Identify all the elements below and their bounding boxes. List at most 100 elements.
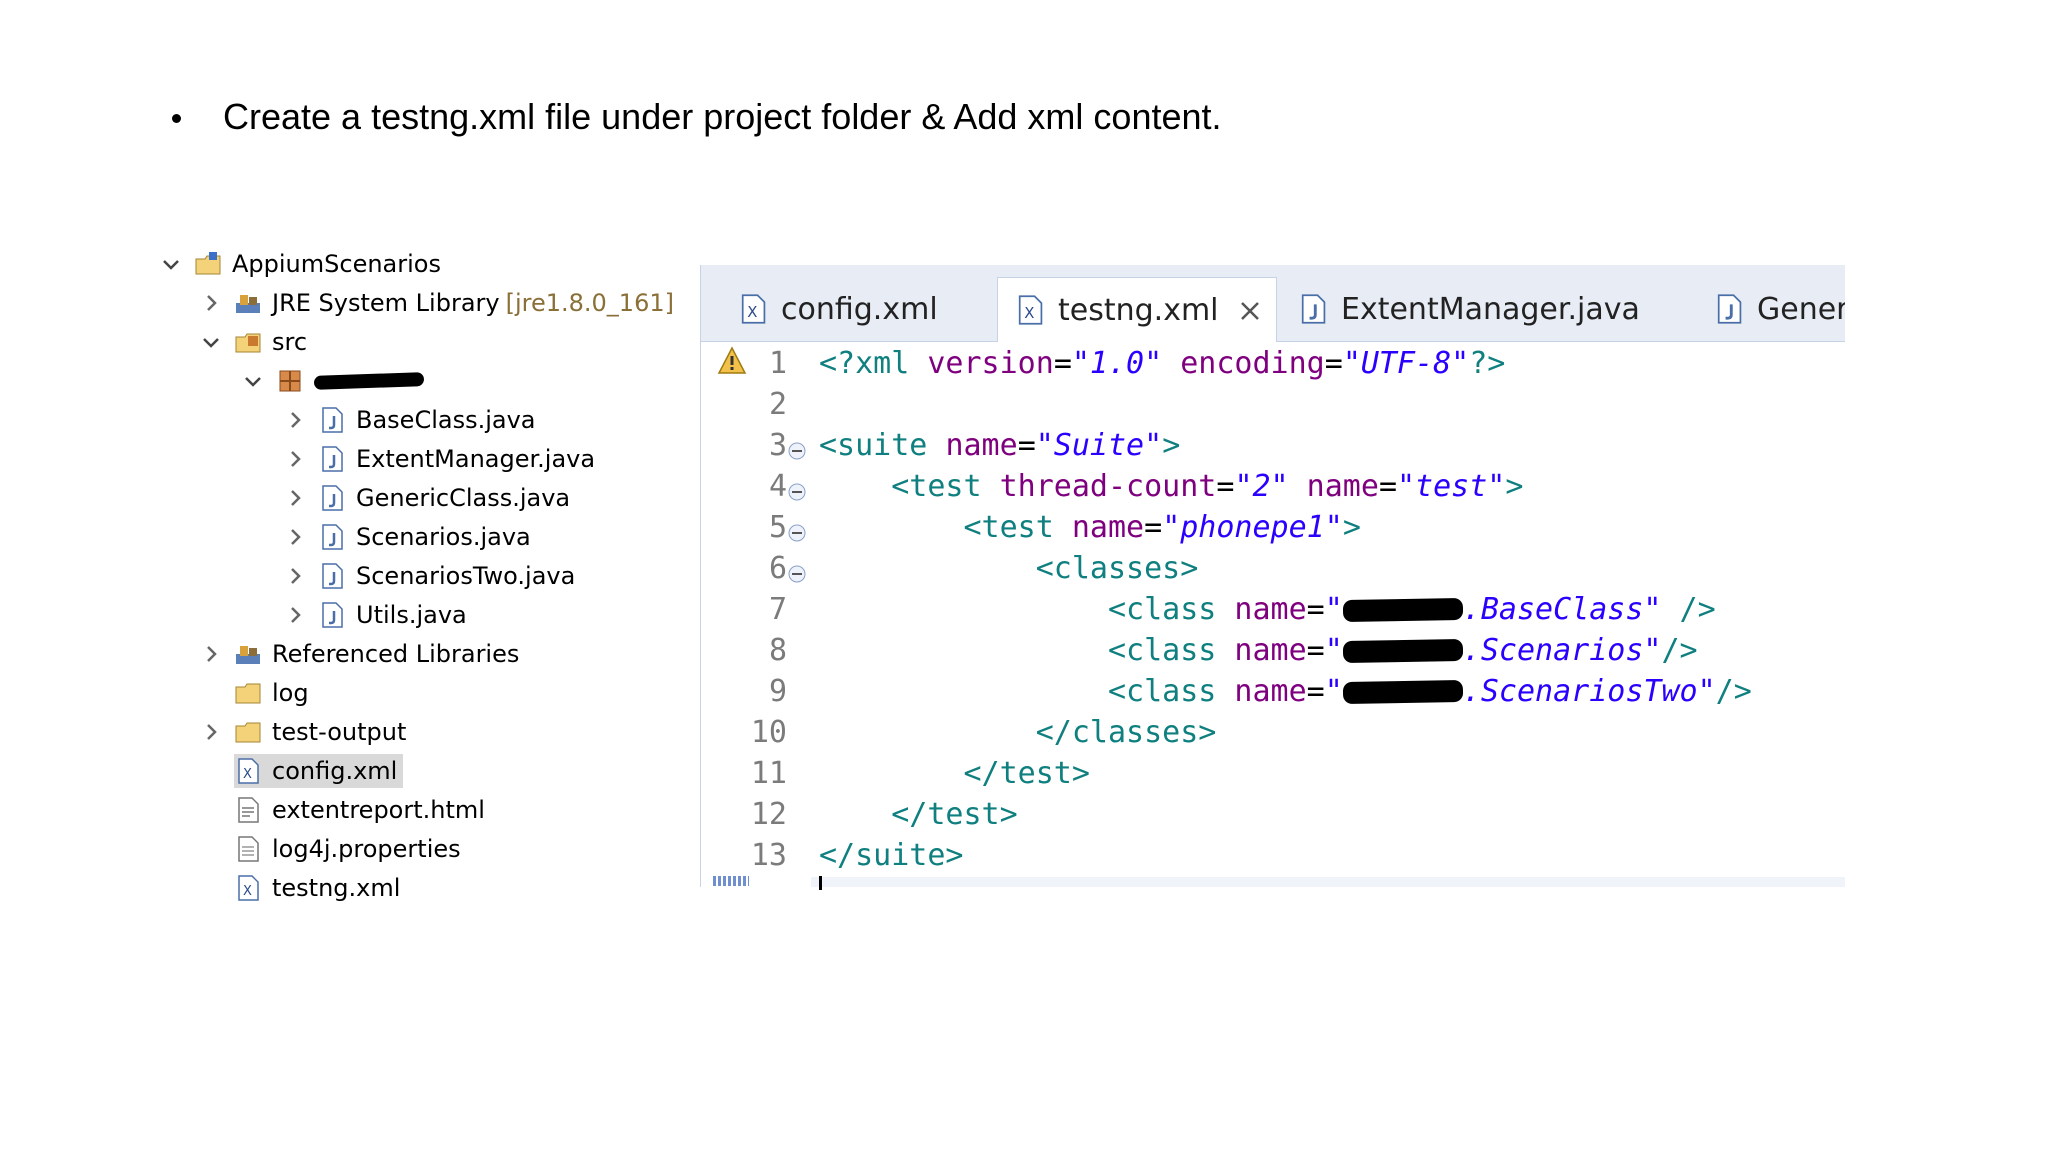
xml-token: name: [1234, 632, 1307, 668]
xml-token: "phonepe1": [1162, 509, 1343, 545]
xml-file-icon: X: [737, 293, 769, 325]
chevron-right-icon[interactable]: [284, 526, 306, 548]
tab-testng-xml[interactable]: X testng.xml: [997, 277, 1277, 342]
fold-collapse-icon[interactable]: [787, 475, 807, 501]
tab-label: Generi: [1757, 291, 1845, 327]
xml-token: =: [1324, 345, 1343, 381]
xml-editor: X config.xml X testng.xml ExtentManager.…: [700, 265, 1845, 890]
tree-item-log-folder[interactable]: log: [234, 676, 309, 710]
tab-label: ExtentManager.java: [1341, 291, 1640, 327]
code-line: 4 <test thread-count="2" name="test">: [701, 466, 1845, 506]
java-file-icon: [318, 601, 346, 629]
xml-token: <test: [891, 468, 1000, 504]
line-number: 5: [768, 509, 787, 545]
code-line: 1 <?xml version="1.0" encoding="UTF-8"?>: [701, 343, 1845, 383]
xml-token: >: [1162, 427, 1181, 463]
tab-extentmanager-java[interactable]: ExtentManager.java: [1281, 277, 1681, 341]
fold-collapse-icon[interactable]: [787, 557, 807, 583]
tree-item-log4j[interactable]: log4j.properties: [234, 832, 461, 866]
fold-collapse-icon[interactable]: [787, 516, 807, 542]
code-line: 11 </test>: [701, 753, 1845, 793]
editor-tab-bar: X config.xml X testng.xml ExtentManager.…: [701, 265, 1845, 342]
tree-label: src: [272, 328, 308, 356]
tree-item-referenced-libraries[interactable]: Referenced Libraries: [200, 637, 519, 671]
tree-item-file[interactable]: BaseClass.java: [284, 403, 536, 437]
tree-item-jre[interactable]: JRE System Library [jre1.8.0_161]: [200, 286, 674, 320]
chevron-down-icon[interactable]: [242, 370, 264, 392]
close-icon[interactable]: [1237, 297, 1263, 323]
code-line: 12 </test>: [701, 794, 1845, 834]
xml-token: name: [945, 427, 1018, 463]
tab-genericclass-java[interactable]: Generi: [1697, 277, 1845, 341]
chevron-right-icon[interactable]: [200, 643, 222, 665]
code-line: 10 </classes>: [701, 712, 1845, 752]
tab-config-xml[interactable]: X config.xml: [721, 277, 991, 341]
tree-item-file[interactable]: ExtentManager.java: [284, 442, 595, 476]
xml-token: </suite>: [819, 837, 964, 873]
tree-item-package[interactable]: [242, 364, 425, 398]
xml-token: <test: [963, 509, 1072, 545]
tree-item-extentreport[interactable]: extentreport.html: [234, 793, 485, 827]
jre-version: [jre1.8.0_161]: [505, 289, 674, 317]
xml-token: ?>: [1469, 345, 1506, 381]
tree-label: log: [272, 679, 309, 707]
tree-label: AppiumScenarios: [232, 250, 441, 278]
chevron-right-icon[interactable]: [284, 448, 306, 470]
chevron-right-icon[interactable]: [284, 604, 306, 626]
xml-token: />: [1661, 591, 1716, 627]
xml-token: .ScenariosTwo": [1462, 673, 1716, 709]
tree-item-file[interactable]: Scenarios.java: [284, 520, 531, 554]
xml-token: <class: [1107, 591, 1235, 627]
java-file-icon: [318, 406, 346, 434]
chevron-down-icon[interactable]: [200, 331, 222, 353]
fold-collapse-icon[interactable]: [787, 434, 807, 460]
code-line: 8 <class name=" .Scenarios"/>: [701, 630, 1845, 670]
overview-ruler-marker: [713, 876, 749, 886]
xml-file-icon: X: [234, 757, 262, 785]
xml-token: </classes>: [1035, 714, 1217, 750]
tab-label: testng.xml: [1058, 292, 1219, 328]
chevron-right-icon[interactable]: [284, 487, 306, 509]
chevron-down-icon[interactable]: [160, 253, 182, 275]
tree-label: ExtentManager.java: [356, 445, 596, 473]
code-area[interactable]: 1 <?xml version="1.0" encoding="UTF-8"?>…: [701, 341, 1845, 887]
xml-token: thread-count: [999, 468, 1217, 504]
svg-text:X: X: [747, 303, 757, 321]
tree-item-file[interactable]: GenericClass.java: [284, 481, 570, 515]
chevron-right-icon[interactable]: [284, 409, 306, 431]
tab-label: config.xml: [781, 291, 938, 327]
tree-item-project[interactable]: AppiumScenarios: [160, 247, 441, 281]
xml-token: "1.0": [1071, 345, 1163, 381]
chevron-right-icon[interactable]: [284, 565, 306, 587]
horizontal-scrollbar[interactable]: [811, 877, 1845, 887]
package-icon: [276, 367, 304, 395]
tree-item-test-output[interactable]: test-output: [200, 715, 406, 749]
folder-icon: [234, 679, 262, 707]
warning-icon[interactable]: [717, 346, 747, 376]
xml-token: ": [1324, 632, 1343, 668]
tree-item-file[interactable]: Utils.java: [284, 598, 467, 632]
xml-token: =: [1053, 345, 1072, 381]
tree-label: config.xml: [272, 757, 398, 785]
line-number: 3: [768, 427, 787, 463]
tree-item-src[interactable]: src: [200, 325, 307, 359]
xml-token: >: [1342, 509, 1361, 545]
tree-label: BaseClass.java: [356, 406, 536, 434]
source-folder-icon: [234, 328, 262, 356]
xml-token: name: [1234, 673, 1307, 709]
tree-label: extentreport.html: [272, 796, 485, 824]
chevron-right-icon[interactable]: [200, 292, 222, 314]
xml-token: ": [1324, 591, 1343, 627]
chevron-right-icon[interactable]: [200, 721, 222, 743]
xml-token: "UTF-8": [1342, 345, 1470, 381]
tree-item-testng-xml[interactable]: X testng.xml: [234, 871, 400, 905]
folder-icon: [234, 718, 262, 746]
xml-token: encoding: [1162, 345, 1325, 381]
line-number: 7: [768, 591, 787, 627]
tree-item-config-xml[interactable]: X config.xml: [234, 754, 404, 788]
svg-text:X: X: [243, 767, 252, 782]
tree-item-file[interactable]: ScenariosTwo.java: [284, 559, 575, 593]
bullet-dot-icon: [172, 113, 181, 123]
tree-label: Scenarios.java: [356, 523, 531, 551]
line-number: 12: [750, 796, 787, 832]
